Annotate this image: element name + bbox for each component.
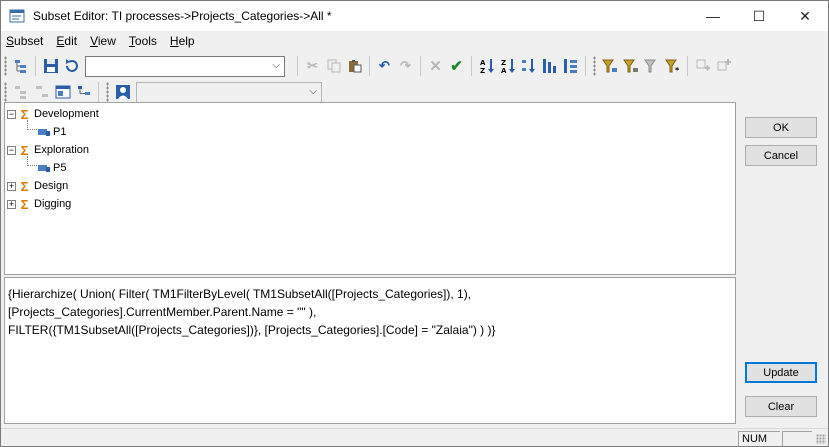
redo-icon[interactable]: ↷ — [395, 55, 416, 77]
tree-node-label: Development — [34, 108, 99, 120]
consolidated-sigma-icon: Σ — [20, 178, 29, 194]
filter-by-level-icon[interactable] — [599, 55, 620, 77]
title-bar: Subset Editor: TI processes->Projects_Ca… — [1, 1, 828, 31]
toolbar-separator — [471, 56, 472, 76]
expand-all-icon[interactable] — [10, 81, 31, 103]
maximize-button[interactable]: ☐ — [736, 1, 782, 31]
menu-help[interactable]: Help — [165, 31, 203, 51]
svg-text:A: A — [480, 59, 486, 67]
mdx-expression-editor[interactable]: {Hierarchize( Union( Filter( TM1FilterBy… — [4, 277, 736, 424]
toolbar-separator — [297, 56, 298, 76]
paste-icon[interactable] — [344, 55, 365, 77]
close-button[interactable]: ✕ — [782, 1, 828, 31]
collapse-all-icon[interactable] — [31, 81, 52, 103]
properties-window-icon[interactable] — [52, 81, 73, 103]
subset-editor-window: Subset Editor: TI processes->Projects_Ca… — [0, 0, 829, 447]
resize-grip-icon[interactable] — [816, 434, 826, 444]
tree-node-label: P1 — [53, 126, 67, 138]
tree-node-label: Design — [34, 180, 69, 192]
subset-tree-pane[interactable]: − Σ Development P1 − Σ Exploration P5 + — [4, 102, 736, 275]
mdx-line: [Projects_Categories].CurrentMember.Pare… — [8, 305, 317, 319]
undo-icon[interactable]: ↶ — [374, 55, 395, 77]
toolbar-separator — [98, 82, 99, 102]
tree-connector — [27, 120, 37, 130]
menu-bar: Subset Edit View Tools Help — [1, 31, 828, 51]
alias-user-icon[interactable] — [112, 81, 133, 103]
tree-connector — [27, 156, 37, 166]
sort-index-ascending-icon[interactable] — [518, 55, 539, 77]
status-cell-empty — [782, 431, 812, 446]
chevron-down-icon[interactable]: ⌵ — [272, 60, 280, 71]
toolbar-separator — [687, 56, 688, 76]
cancel-button[interactable]: Cancel — [745, 145, 817, 166]
clear-button[interactable]: Clear — [745, 396, 817, 417]
menu-subset[interactable]: Subset — [1, 31, 51, 51]
expand-icon[interactable]: + — [7, 181, 16, 191]
toolbar-separator — [369, 56, 370, 76]
tree-node-label: P5 — [53, 162, 67, 174]
num-lock-indicator: NUM — [738, 431, 780, 446]
insert-parent-icon[interactable] — [692, 55, 713, 77]
collapse-icon[interactable]: − — [7, 145, 16, 155]
keep-checkmark-icon[interactable]: ✔ — [446, 55, 467, 77]
hierarchy-tree-icon[interactable] — [73, 81, 94, 103]
filter-by-value-icon[interactable] — [641, 55, 662, 77]
consolidated-sigma-icon: Σ — [20, 196, 29, 212]
sort-ascending-icon[interactable]: AZ — [476, 55, 497, 77]
menu-view[interactable]: View — [85, 31, 124, 51]
alias-combo[interactable]: ⌵ — [136, 81, 322, 103]
filter-by-attribute-icon[interactable] — [620, 55, 641, 77]
main-toolbar: ⌵ ✂ ↶ ↷ ✕ ✔ AZ ZA * — [1, 53, 828, 79]
toolbar-grip[interactable] — [4, 82, 7, 102]
filter-wildcard-icon[interactable]: * — [662, 55, 683, 77]
subset-name-combo[interactable]: ⌵ — [85, 55, 285, 77]
toolbar-grip[interactable] — [4, 56, 7, 76]
toolbar-separator — [585, 56, 586, 76]
svg-text:A: A — [501, 67, 507, 74]
all-elements-icon[interactable] — [10, 55, 31, 77]
refresh-icon[interactable] — [61, 55, 82, 77]
svg-text:Z: Z — [501, 59, 506, 67]
copy-icon[interactable] — [323, 55, 344, 77]
delete-icon[interactable]: ✕ — [425, 55, 446, 77]
expand-icon[interactable]: + — [7, 199, 16, 209]
tree-node-label: Exploration — [34, 144, 90, 156]
window-title: Subset Editor: TI processes->Projects_Ca… — [33, 9, 332, 23]
tree-node-p5[interactable]: P5 — [38, 160, 66, 176]
tree-node-label: Digging — [34, 198, 72, 210]
toolbar-grip[interactable] — [106, 82, 109, 102]
mdx-line: FILTER({TM1SubsetAll([Projects_Categorie… — [8, 323, 496, 337]
sort-hierarchy-icon[interactable] — [539, 55, 560, 77]
menu-tools[interactable]: Tools — [124, 31, 165, 51]
svg-text:*: * — [675, 66, 680, 74]
svg-text:Z: Z — [480, 67, 485, 74]
menu-edit[interactable]: Edit — [51, 31, 85, 51]
insert-element-icon[interactable] — [713, 55, 734, 77]
chevron-down-icon[interactable]: ⌵ — [309, 86, 317, 97]
save-icon[interactable] — [40, 55, 61, 77]
toolbar-separator — [420, 56, 421, 76]
toolbar-grip[interactable] — [593, 56, 596, 76]
element-icon — [38, 128, 51, 137]
cut-icon[interactable]: ✂ — [302, 55, 323, 77]
tree-node-digging[interactable]: + Σ Digging — [7, 196, 71, 212]
status-bar: NUM — [1, 428, 828, 446]
ok-button[interactable]: OK — [745, 117, 817, 138]
tree-node-p1[interactable]: P1 — [38, 124, 66, 140]
element-icon — [38, 164, 51, 173]
minimize-button[interactable]: — — [690, 1, 736, 31]
tree-node-design[interactable]: + Σ Design — [7, 178, 68, 194]
app-icon — [9, 8, 25, 24]
tree-node-exploration[interactable]: − Σ Exploration — [7, 142, 89, 158]
update-button[interactable]: Update — [745, 362, 817, 383]
collapse-icon[interactable]: − — [7, 109, 16, 119]
sort-descending-icon[interactable]: ZA — [497, 55, 518, 77]
tree-node-development[interactable]: − Σ Development — [7, 106, 99, 122]
mdx-line: {Hierarchize( Union( Filter( TM1FilterBy… — [8, 287, 472, 301]
sort-level-icon[interactable] — [560, 55, 581, 77]
toolbar-separator — [35, 56, 36, 76]
